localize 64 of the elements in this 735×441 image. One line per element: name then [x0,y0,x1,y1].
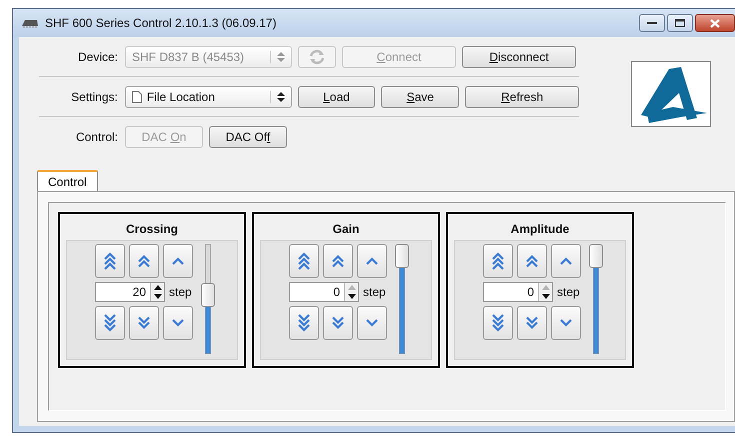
fast-down-button[interactable] [323,306,353,340]
fast-up-button[interactable] [517,244,547,278]
fast-up-button[interactable] [289,244,319,278]
row-label: Device: [76,50,118,64]
spin-down-icon [154,294,162,299]
action-button[interactable]: Save [381,86,460,108]
step-up-button[interactable] [357,244,387,278]
file-icon [132,90,142,102]
fast-up-button[interactable] [95,244,125,278]
step-label: step [363,285,386,299]
triple-chevron-down-icon [490,313,506,333]
panel-title: Amplitude [510,221,570,238]
value-spinbox[interactable]: 20 [95,282,165,302]
action-button[interactable]: DAC Off [209,126,287,148]
window-title: SHF 600 Series Control 2.10.1.3 (06.09.17) [45,16,276,30]
fast-up-button[interactable] [483,244,513,278]
maximize-button[interactable] [667,14,693,32]
fast-down-button[interactable] [289,306,319,340]
panel-title: Gain [332,221,360,238]
spin-down-icon [348,294,356,299]
settings-dropdown[interactable]: File Location [124,86,292,108]
step-up-button[interactable] [551,244,581,278]
up-down-arrows-icon [270,50,285,62]
up-down-arrows-icon [270,90,285,102]
close-icon [710,18,720,28]
row-label: Settings: [70,90,118,104]
chip-icon [21,18,39,28]
step-down-button[interactable] [357,306,387,340]
action-button[interactable]: Refresh [465,86,579,108]
value-spinbox[interactable]: 0 [289,282,359,302]
minimize-button[interactable] [639,14,665,32]
refresh-icon [308,48,326,64]
step-label: step [169,285,192,299]
step-label: step [557,285,580,299]
step-down-button[interactable] [551,306,581,340]
slider-handle[interactable] [395,244,409,268]
action-button[interactable]: Disconnect [462,46,576,68]
spin-down-icon [542,294,550,299]
triple-chevron-down-icon [102,313,118,333]
triple-chevron-up-icon [296,251,312,271]
fast-down-button[interactable] [129,306,159,340]
minimize-icon [647,21,657,25]
value-spinbox[interactable]: 0 [483,282,553,302]
triple-chevron-down-icon [296,313,312,333]
fast-down-button[interactable] [517,306,547,340]
triple-chevron-up-icon [102,251,118,271]
row-label: Control: [74,130,118,144]
step-down-button[interactable] [163,306,193,340]
close-button[interactable] [695,14,735,32]
fast-down-button[interactable] [95,306,125,340]
action-button[interactable]: Load [298,86,376,108]
fast-up-button[interactable] [323,244,353,278]
fast-up-button[interactable] [129,244,159,278]
vertical-slider[interactable] [395,244,409,354]
panel-title: Crossing [124,221,179,238]
slider-handle[interactable] [201,282,215,307]
control-tab[interactable]: Control [37,170,98,191]
vertical-slider[interactable] [201,244,215,354]
fast-down-button[interactable] [483,306,513,340]
step-up-button[interactable] [163,244,193,278]
triple-chevron-up-icon [490,251,506,271]
maximize-icon [675,19,685,27]
slider-handle[interactable] [589,244,603,268]
vertical-slider[interactable] [589,244,603,354]
